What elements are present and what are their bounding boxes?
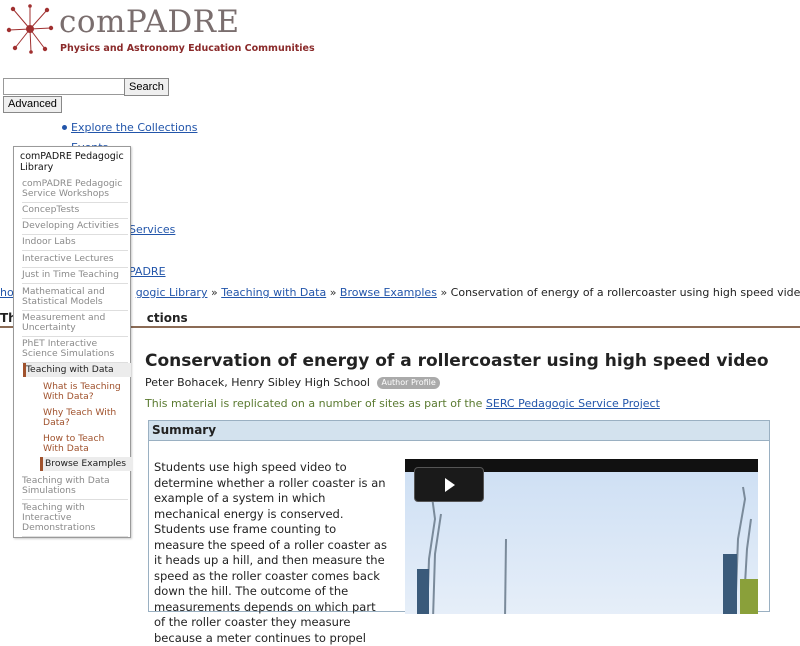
search-button[interactable]: Search bbox=[124, 78, 169, 96]
sidebar-item-data-simulations[interactable]: Teaching with Data Simulations bbox=[22, 476, 128, 500]
brand-name: comPADRE bbox=[59, 4, 240, 40]
breadcrumb-current: Conservation of energy of a rollercoaste… bbox=[450, 286, 800, 299]
nav-services[interactable]: Services bbox=[129, 223, 175, 236]
serc-project-link[interactable]: SERC Pedagogic Service Project bbox=[486, 397, 660, 410]
breadcrumb-teaching-with-data[interactable]: Teaching with Data bbox=[221, 286, 326, 299]
page-title: Conservation of energy of a rollercoaste… bbox=[145, 351, 769, 371]
replication-text: This material is replicated on a number … bbox=[145, 397, 483, 410]
summary-header: Summary bbox=[149, 421, 769, 441]
sidebar-item-teaching-with-data[interactable]: Teaching with Data bbox=[23, 363, 131, 377]
sidebar-item-measurement[interactable]: Measurement and Uncertainty bbox=[22, 313, 128, 337]
breadcrumb-library[interactable]: gogic Library bbox=[136, 286, 208, 299]
play-button[interactable] bbox=[414, 467, 484, 502]
play-icon bbox=[445, 478, 455, 492]
network-logo-icon bbox=[6, 4, 54, 54]
breadcrumb-browse-examples[interactable]: Browse Examples bbox=[340, 286, 437, 299]
sidebar-item-interactive-demonstrations[interactable]: Teaching with Interactive Demonstrations bbox=[22, 503, 128, 537]
sidebar-item-just-in-time[interactable]: Just in Time Teaching bbox=[22, 270, 128, 284]
pedagogic-library-menu: comPADRE Pedagogic Library comPADRE Peda… bbox=[13, 146, 133, 538]
sidebar-item-workshops[interactable]: comPADRE Pedagogic Service Workshops bbox=[22, 179, 128, 203]
summary-label: Summary bbox=[152, 423, 217, 437]
sidebar-subitem-why-teach[interactable]: Why Teach With Data? bbox=[43, 408, 128, 428]
sidebar-subitem-what-is[interactable]: What is Teaching With Data? bbox=[43, 382, 128, 402]
nav-bullet-icon bbox=[62, 125, 67, 130]
advanced-search-button[interactable]: Advanced bbox=[3, 96, 62, 113]
nav-explore-collections[interactable]: Explore the Collections bbox=[71, 121, 197, 134]
sidebar-item-developing-activities[interactable]: Developing Activities bbox=[22, 221, 128, 235]
video-player[interactable] bbox=[405, 459, 758, 614]
summary-text: Students use high speed video to determi… bbox=[154, 460, 387, 645]
search-input[interactable] bbox=[3, 78, 125, 95]
breadcrumb-separator: » bbox=[440, 286, 448, 299]
sidebar-item-indoor-labs[interactable]: Indoor Labs bbox=[22, 237, 128, 251]
brand-tagline: Physics and Astronomy Education Communit… bbox=[60, 43, 315, 54]
nav-padre[interactable]: PADRE bbox=[129, 265, 166, 278]
breadcrumb-separator: » bbox=[210, 286, 218, 299]
sidebar-item-interactive-lectures[interactable]: Interactive Lectures bbox=[22, 254, 128, 268]
authors: Peter Bohacek, Henry Sibley High School … bbox=[145, 376, 440, 389]
sidebar-subitem-browse-examples[interactable]: Browse Examples bbox=[40, 457, 133, 471]
section-title-right: ctions bbox=[146, 311, 188, 325]
sidebar-item-mathematical-models[interactable]: Mathematical and Statistical Models bbox=[22, 287, 128, 311]
compadre-logo[interactable]: comPADRE Physics and Astronomy Education… bbox=[5, 4, 315, 56]
summary-panel: Summary Students use high speed video to… bbox=[148, 420, 770, 645]
breadcrumb-separator: » bbox=[329, 286, 337, 299]
sidebar-item-phet[interactable]: PhET Interactive Science Simulations bbox=[22, 339, 128, 363]
author-profile-badge[interactable]: Author Profile bbox=[377, 377, 440, 389]
sidebar-subitem-how-to-teach[interactable]: How to Teach With Data bbox=[43, 434, 128, 454]
author-names: Peter Bohacek, Henry Sibley High School bbox=[145, 376, 370, 389]
sidebar-title[interactable]: comPADRE Pedagogic Library bbox=[20, 151, 126, 173]
sidebar-item-conceptests[interactable]: ConcepTests bbox=[22, 205, 128, 219]
replication-note: This material is replicated on a number … bbox=[145, 397, 660, 410]
breadcrumb-home[interactable]: ho bbox=[0, 286, 14, 299]
